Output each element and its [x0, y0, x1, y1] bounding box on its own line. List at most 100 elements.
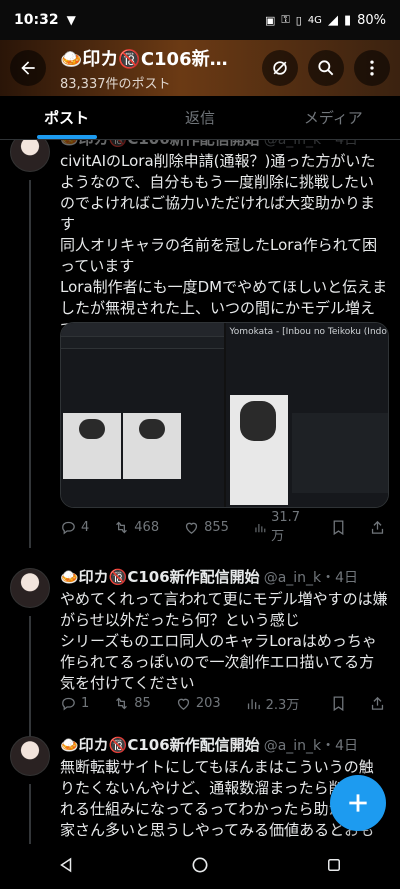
author-handle: @a_in_k・4日 [263, 140, 359, 148]
status-bar: 10:32 ▼ ▣ ⚿ ▯ 4G ◢ ▮ 80% [0, 0, 400, 40]
sync-off-button[interactable] [262, 50, 298, 86]
back-arrow-icon [21, 61, 35, 75]
bookmark-icon[interactable] [330, 519, 347, 536]
tweet-author-row: 🍛印カ🔞C106新作配信開始 @a_in_k・4日 [60, 140, 388, 149]
search-button[interactable] [308, 50, 344, 86]
author-handle: @a_in_k・4日 [263, 738, 359, 754]
reply-button[interactable]: 1 [60, 695, 89, 712]
search-icon [318, 60, 334, 76]
repost-button[interactable]: 85 [113, 695, 151, 712]
reply-button[interactable]: 4 [60, 519, 89, 536]
like-count: 203 [195, 695, 221, 711]
status-right: ▣ ⚿ ▯ 4G ◢ ▮ 80% [265, 13, 386, 28]
author-name[interactable]: 🍛印カ🔞C106新作配信開始 [60, 140, 260, 149]
profile-tabs: ポスト 返信 メディア [0, 96, 400, 140]
reply-count: 1 [81, 695, 90, 711]
views-count: 31.7万 [271, 510, 301, 544]
key-icon: ⚿ [281, 13, 290, 26]
no-sync-icon [273, 61, 287, 75]
tweet-body: 🍛印カ🔞C106新作配信開始 @a_in_k・4日 やめてくれって言われて更にモ… [60, 566, 388, 694]
views-button[interactable]: 2.3万 [245, 694, 300, 713]
signal-icon: ◢ [327, 12, 338, 28]
tweet-line: シリーズものエロ同人のキャラLoraはめっちゃ作られてるっぽいので一次創作エロ描… [60, 632, 377, 692]
repost-count: 468 [134, 519, 160, 535]
views-icon [247, 698, 260, 709]
tab-media[interactable]: メディア [267, 96, 400, 139]
views-count: 2.3万 [265, 697, 300, 713]
tweet-actions-end [330, 695, 386, 712]
profile-title: 🍛印カ🔞C106新… [60, 48, 228, 70]
author-name[interactable]: 🍛印カ🔞C106新作配信開始 [60, 734, 260, 755]
media-browser-bar [61, 337, 224, 349]
nav-back-button[interactable] [57, 856, 75, 878]
share-icon[interactable] [369, 695, 386, 712]
tweet[interactable]: 🍛印カ🔞C106新作配信開始 @a_in_k・4日 civitAIのLora削除… [0, 140, 400, 548]
tab-posts[interactable]: ポスト [0, 96, 133, 139]
tweet-line: 同人オリキャラの名前を冠したLora作られて困っています [60, 236, 378, 275]
reply-icon [62, 697, 75, 710]
nav-back-icon [60, 857, 72, 872]
tweet-body: 🍛印カ🔞C106新作配信開始 @a_in_k・4日 civitAIのLora削除… [60, 140, 388, 340]
thread-line [29, 784, 31, 844]
nav-home-icon [192, 857, 208, 872]
vibrate-icon: ▯ [295, 13, 302, 27]
manga-hair [239, 401, 276, 441]
tweet-author-row: 🍛印カ🔞C106新作配信開始 @a_in_k・4日 [60, 566, 388, 587]
compose-button[interactable] [330, 775, 386, 831]
header-titles: 🍛印カ🔞C106新… 83,337件のポスト [60, 45, 262, 92]
compose-plus-icon [349, 794, 367, 812]
back-button[interactable] [10, 50, 46, 86]
repost-count: 85 [134, 695, 151, 711]
media-browser-bar [61, 323, 224, 337]
like-icon [177, 698, 189, 710]
battery-level: 80% [357, 12, 386, 28]
manga-hair [79, 419, 105, 439]
tweet-text: やめてくれって言われて更にモデル増やすのは嫌がらせ以外だったら何？という感じ シ… [60, 589, 388, 694]
tweet-actions: 4 468 855 31.7万 [60, 510, 386, 544]
battery-icon: ▮ [343, 12, 352, 28]
views-button[interactable]: 31.7万 [253, 510, 306, 544]
nav-home-button[interactable] [190, 855, 210, 879]
tweet-author-row: 🍛印カ🔞C106新作配信開始 @a_in_k・4日 [60, 734, 388, 755]
like-button[interactable]: 855 [183, 519, 229, 536]
more-vert-icon [370, 60, 374, 76]
media-image-left[interactable] [61, 323, 224, 507]
like-button[interactable]: 203 [175, 695, 221, 712]
avatar[interactable] [10, 140, 50, 172]
repost-button[interactable]: 468 [113, 519, 159, 536]
reply-icon [62, 521, 75, 534]
bookmark-icon[interactable] [330, 695, 347, 712]
network-label: 4G [307, 14, 322, 26]
tweet-line: civitAIのLora削除申請(通報？)通った方がいたようなので、自分ももう一… [60, 152, 376, 233]
tab-replies[interactable]: 返信 [133, 96, 266, 139]
tweet[interactable]: 🍛印カ🔞C106新作配信開始 @a_in_k・4日 やめてくれって言われて更にモ… [0, 564, 400, 744]
status-time: 10:32 [14, 12, 59, 28]
more-options-button[interactable] [354, 50, 390, 86]
avatar[interactable] [10, 568, 50, 608]
system-nav-bar [0, 844, 400, 889]
reply-count: 4 [81, 519, 90, 535]
like-icon [186, 522, 198, 534]
avatar[interactable] [10, 736, 50, 776]
repost-icon [116, 521, 128, 533]
share-icon[interactable] [369, 519, 386, 536]
tweet-line: やめてくれって言われて更にモデル増やすのは嫌がらせ以外だったら何？という感じ [60, 590, 388, 629]
tweet-actions: 1 85 203 2.3万 [60, 692, 386, 714]
tweet-actions-end [330, 519, 386, 536]
post-count: 83,337件のポスト [60, 76, 171, 92]
shield-icon: ▼ [66, 13, 76, 27]
media-caption: Yomokata - [Inbou no Teikoku (Indo Curry… [229, 327, 389, 337]
like-count: 855 [204, 519, 229, 535]
timeline-feed: 🍛印カ🔞C106新作配信開始 @a_in_k・4日 civitAIのLora削除… [0, 140, 400, 844]
profile-header: 🍛印カ🔞C106新… 83,337件のポスト [0, 40, 400, 96]
tweet-text: civitAIのLora削除申請(通報？)通った方がいたようなので、自分ももう一… [60, 151, 388, 340]
thread-line [29, 180, 31, 548]
author-name[interactable]: 🍛印カ🔞C106新作配信開始 [60, 566, 260, 587]
author-handle: @a_in_k・4日 [263, 570, 359, 586]
manga-hair [139, 419, 165, 439]
nav-recents-button[interactable] [325, 856, 343, 878]
views-icon [255, 523, 266, 532]
tweet-media[interactable]: Yomokata - [Inbou no Teikoku (Indo Curry… [60, 322, 389, 508]
manga-placeholder [291, 413, 388, 493]
media-image-right[interactable]: Yomokata - [Inbou no Teikoku (Indo Curry… [225, 323, 389, 507]
